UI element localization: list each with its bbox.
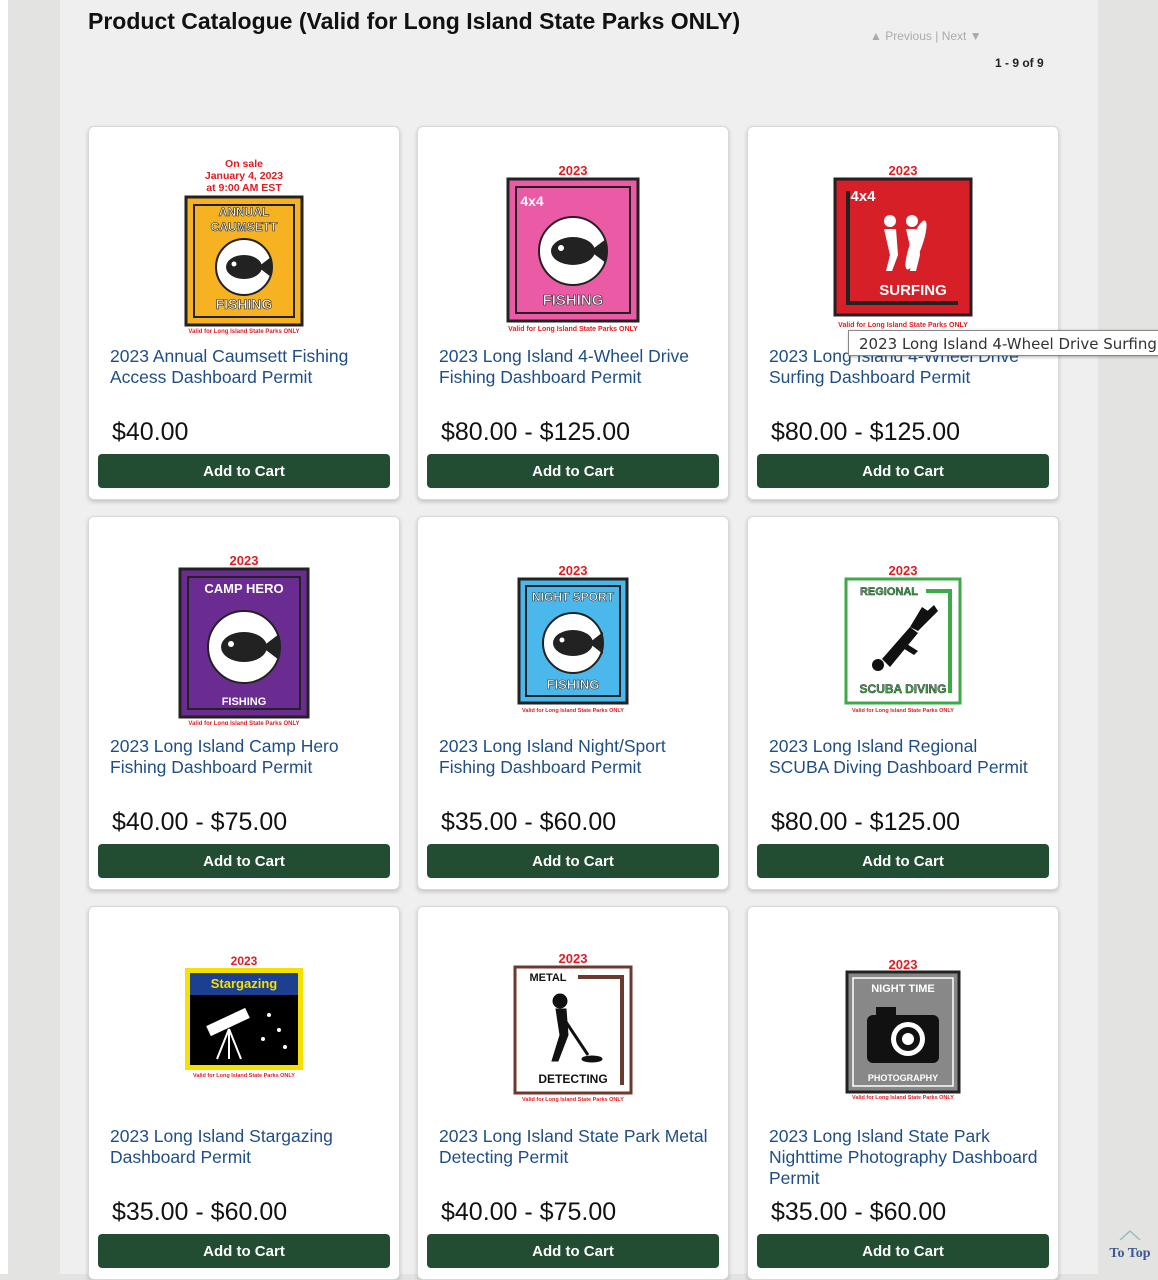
page-title: Product Catalogue (Valid for Long Island… bbox=[88, 8, 741, 34]
permit-badge-image[interactable]: 2023 NIGHT TIME PHOTOGRAPHY Valid for Lo… bbox=[748, 935, 1058, 1115]
product-card: 2023 4x4 SURFING Valid for Long Island S… bbox=[747, 126, 1059, 500]
product-price: $35.00 - $60.00 bbox=[771, 1198, 947, 1226]
fish-icon bbox=[215, 238, 273, 296]
add-to-cart-button[interactable]: Add to Cart bbox=[427, 454, 719, 488]
product-price: $40.00 - $75.00 bbox=[112, 808, 288, 836]
badge-year: 2023 bbox=[559, 163, 588, 178]
product-name-link[interactable]: 2023 Long Island State Park Nighttime Ph… bbox=[769, 1126, 1041, 1189]
product-card: 2023 Stargazing Valid for Long Island St… bbox=[88, 906, 400, 1280]
product-card: 2023 NIGHT SPORT FISHING Valid for Long … bbox=[417, 516, 729, 890]
badge-bottom-text: SCUBA DIVING bbox=[860, 682, 947, 696]
product-name-link[interactable]: 2023 Long Island State Park Metal Detect… bbox=[439, 1126, 711, 1168]
permit-badge-image[interactable]: 2023 CAMP HERO FISHING Valid for Long Is… bbox=[89, 545, 399, 725]
product-price: $40.00 - $75.00 bbox=[441, 1198, 617, 1226]
product-price: $40.00 bbox=[112, 418, 189, 446]
permit-badge-image[interactable]: 2023 Stargazing Valid for Long Island St… bbox=[89, 935, 399, 1115]
badge-year: 2023 bbox=[559, 563, 588, 578]
badge-top-text: REGIONAL bbox=[860, 586, 918, 598]
fish-icon bbox=[207, 610, 281, 684]
badge-valid-text: Valid for Long Island State Parks ONLY bbox=[193, 1073, 295, 1079]
badge-bottom-text: FISHING bbox=[547, 677, 600, 692]
product-card: 2023 METAL DETECTING Valid for Long Isla… bbox=[417, 906, 729, 1280]
fish-icon bbox=[538, 216, 608, 286]
badge-bottom-text: SURFING bbox=[879, 282, 947, 299]
badge-valid-text: Valid for Long Island State Parks ONLY bbox=[508, 326, 638, 333]
product-card: On sale January 4, 2023 at 9:00 AM EST A… bbox=[88, 126, 400, 500]
pager-separator: | bbox=[931, 29, 942, 43]
badge-top-text-2: CAUMSETT bbox=[211, 220, 278, 234]
product-card: 2023 CAMP HERO FISHING Valid for Long Is… bbox=[88, 516, 400, 890]
badge-top-text: NIGHT SPORT bbox=[532, 590, 615, 604]
previous-page-link[interactable]: ▲ Previous bbox=[870, 29, 932, 43]
next-page-link[interactable]: Next ▼ bbox=[942, 29, 982, 43]
product-price: $80.00 - $125.00 bbox=[441, 418, 631, 446]
badge-promo-line: January 4, 2023 bbox=[205, 170, 283, 182]
add-to-cart-button[interactable]: Add to Cart bbox=[757, 844, 1049, 878]
pager: ▲ Previous | Next ▼ bbox=[870, 29, 982, 43]
badge-valid-text: Valid for Long Island State Parks ONLY bbox=[838, 322, 968, 329]
add-to-cart-button[interactable]: Add to Cart bbox=[427, 844, 719, 878]
badge-bottom-text: FISHING bbox=[222, 696, 267, 708]
product-card: 2023 4x4 FISHING Valid for Long Island S… bbox=[417, 126, 729, 500]
product-name-link[interactable]: 2023 Long Island Regional SCUBA Diving D… bbox=[769, 736, 1041, 778]
camera-icon bbox=[867, 1007, 939, 1063]
product-name-link[interactable]: 2023 Long Island Camp Hero Fishing Dashb… bbox=[110, 736, 382, 778]
badge-bottom-text: FISHING bbox=[543, 292, 604, 309]
product-price: $80.00 - $125.00 bbox=[771, 418, 961, 446]
badge-top-text: METAL bbox=[529, 972, 566, 984]
add-to-cart-button[interactable]: Add to Cart bbox=[427, 1234, 719, 1268]
add-to-cart-button[interactable]: Add to Cart bbox=[98, 1234, 390, 1268]
badge-valid-text: Valid for Long Island State Parks ONLY bbox=[852, 708, 954, 714]
badge-year: 2023 bbox=[889, 163, 918, 178]
badge-bottom-text: PHOTOGRAPHY bbox=[868, 1073, 938, 1083]
permit-badge-image[interactable]: On sale January 4, 2023 at 9:00 AM EST A… bbox=[89, 155, 399, 335]
chevron-up-icon bbox=[1119, 1229, 1141, 1241]
badge-promo-line: at 9:00 AM EST bbox=[206, 182, 282, 194]
permit-badge-image[interactable]: 2023 NIGHT SPORT FISHING Valid for Long … bbox=[418, 545, 728, 725]
product-price: $80.00 - $125.00 bbox=[771, 808, 961, 836]
to-top-button[interactable]: To Top bbox=[1107, 1228, 1153, 1262]
product-name-tooltip: 2023 Long Island 4-Wheel Drive Surfing D… bbox=[848, 330, 1158, 356]
product-card: 2023 REGIONAL SCUBA DIVING Valid for Lon… bbox=[747, 516, 1059, 890]
badge-valid-text: Valid for Long Island State Parks ONLY bbox=[522, 708, 624, 714]
add-to-cart-button[interactable]: Add to Cart bbox=[98, 454, 390, 488]
page-right-gutter bbox=[1098, 0, 1158, 1274]
to-top-label: To Top bbox=[1109, 1246, 1151, 1261]
page-left-edge bbox=[0, 0, 8, 1274]
badge-promo-line: On sale bbox=[225, 158, 263, 170]
product-card: 2023 NIGHT TIME PHOTOGRAPHY Valid for Lo… bbox=[747, 906, 1059, 1280]
badge-valid-text: Valid for Long Island State Parks ONLY bbox=[188, 721, 299, 725]
badge-bottom-text: DETECTING bbox=[538, 1072, 607, 1086]
badge-year: 2023 bbox=[889, 563, 918, 578]
badge-top-text: CAMP HERO bbox=[204, 581, 283, 596]
badge-top-text: 4x4 bbox=[850, 188, 876, 205]
badge-bottom-text: FISHING bbox=[216, 296, 273, 312]
add-to-cart-button[interactable]: Add to Cart bbox=[98, 844, 390, 878]
badge-valid-text: Valid for Long Island State Parks ONLY bbox=[188, 329, 299, 335]
badge-year: 2023 bbox=[230, 553, 259, 568]
add-to-cart-button[interactable]: Add to Cart bbox=[757, 1234, 1049, 1268]
product-name-link[interactable]: 2023 Long Island Stargazing Dashboard Pe… bbox=[110, 1126, 382, 1168]
permit-badge-image[interactable]: 2023 4x4 FISHING Valid for Long Island S… bbox=[418, 155, 728, 335]
product-name-link[interactable]: 2023 Long Island 4-Wheel Drive Fishing D… bbox=[439, 346, 711, 388]
product-price: $35.00 - $60.00 bbox=[441, 808, 617, 836]
permit-badge-image[interactable]: 2023 4x4 SURFING Valid for Long Island S… bbox=[748, 155, 1058, 335]
badge-year: 2023 bbox=[559, 951, 588, 966]
product-name-link[interactable]: 2023 Annual Caumsett Fishing Access Dash… bbox=[110, 346, 382, 388]
badge-valid-text: Valid for Long Island State Parks ONLY bbox=[852, 1095, 954, 1101]
product-name-link[interactable]: 2023 Long Island Night/Sport Fishing Das… bbox=[439, 736, 711, 778]
product-price: $35.00 - $60.00 bbox=[112, 1198, 288, 1226]
add-to-cart-button[interactable]: Add to Cart bbox=[757, 454, 1049, 488]
badge-top-text: Stargazing bbox=[211, 976, 278, 991]
permit-badge-image[interactable]: 2023 METAL DETECTING Valid for Long Isla… bbox=[418, 935, 728, 1115]
fish-icon bbox=[542, 612, 604, 674]
result-count: 1 - 9 of 9 bbox=[995, 56, 1044, 70]
badge-top-text: ANNUAL bbox=[219, 205, 270, 219]
badge-year: 2023 bbox=[231, 954, 258, 968]
badge-valid-text: Valid for Long Island State Parks ONLY bbox=[522, 1097, 624, 1103]
permit-badge-image[interactable]: 2023 REGIONAL SCUBA DIVING Valid for Lon… bbox=[748, 545, 1058, 725]
badge-top-text: NIGHT TIME bbox=[871, 983, 935, 995]
badge-top-text: 4x4 bbox=[520, 193, 544, 209]
badge-year: 2023 bbox=[889, 957, 918, 972]
